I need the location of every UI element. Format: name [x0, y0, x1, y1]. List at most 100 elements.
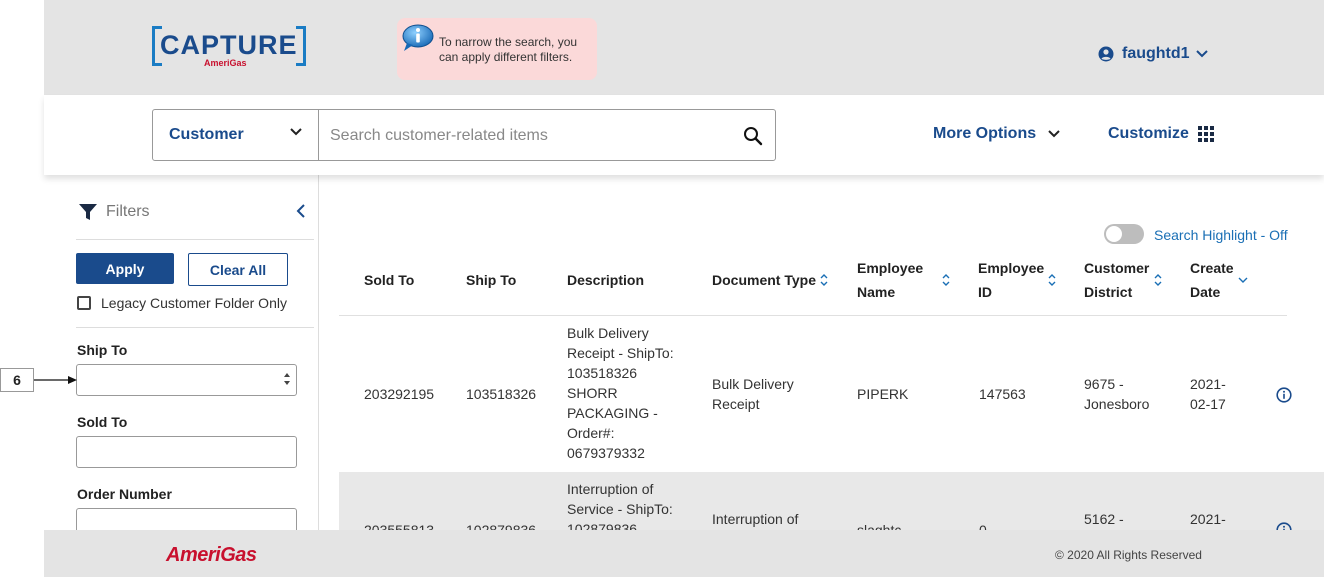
step-callout: 6	[0, 368, 34, 392]
sold-to-field[interactable]	[76, 436, 297, 468]
user-icon	[1098, 46, 1114, 62]
clear-all-button[interactable]: Clear All	[188, 253, 288, 286]
tip-text: To narrow the search, you can apply diff…	[439, 35, 578, 64]
description-line: PACKAGING -	[567, 405, 658, 421]
capture-logo[interactable]: CAPTURE AmeriGas	[152, 24, 312, 70]
sort-desc-icon[interactable]	[1238, 276, 1248, 284]
description-line: 0679379332	[567, 445, 645, 461]
column-header-line1: Employee	[978, 260, 1045, 276]
column-header-employee-id[interactable]: Employee ID	[978, 256, 1044, 304]
description-line: 103518326	[567, 365, 638, 381]
cell-employee-name: PIPERK	[857, 386, 909, 402]
description-line: SHORR	[567, 385, 618, 401]
description-line: Bulk Delivery	[567, 325, 649, 341]
column-header-ship-to[interactable]: Ship To	[466, 268, 516, 292]
filters-sidebar: Filters Apply Clear All Legacy Customer …	[44, 175, 319, 540]
search-highlight-toggle[interactable]	[1104, 224, 1144, 244]
cell-document-type: Interruption of	[712, 509, 798, 529]
number-spinner-icon[interactable]	[283, 372, 291, 386]
checkbox-box[interactable]	[77, 296, 91, 310]
cell-employee-id: 147563	[979, 386, 1026, 402]
logo-text: CAPTURE	[160, 30, 298, 60]
more-options-button[interactable]: More Options	[933, 125, 1060, 143]
callout-arrow-icon	[34, 376, 77, 384]
column-header-sold-to[interactable]: Sold To	[364, 268, 414, 292]
district-line: 9675 -	[1084, 376, 1124, 392]
search-box	[318, 109, 776, 161]
order-number-label: Order Number	[77, 486, 172, 502]
search-scope-select[interactable]: Customer	[152, 109, 319, 161]
column-header-line2: ID	[978, 284, 992, 300]
description-line: Order#:	[567, 425, 615, 441]
column-header-line2: District	[1084, 284, 1133, 300]
doc-type-line: Receipt	[712, 396, 760, 412]
column-header-description[interactable]: Description	[567, 268, 644, 292]
description-line: Service - ShipTo:	[567, 501, 673, 517]
info-icon[interactable]	[1276, 387, 1292, 403]
apply-button[interactable]: Apply	[76, 253, 174, 284]
table-row[interactable]: 203292195 103518326 Bulk Delivery Receip…	[339, 316, 1324, 472]
cell-customer-district: 9675 - Jonesboro	[1084, 374, 1149, 414]
customize-button[interactable]: Customize	[1108, 125, 1214, 143]
ship-to-field[interactable]	[76, 364, 297, 396]
description-line: Interruption of	[567, 481, 654, 497]
logo-subtext: AmeriGas	[204, 58, 247, 68]
app-root: CAPTURE AmeriGas To narrow the search, y…	[0, 0, 1324, 577]
column-header-employee-name[interactable]: Employee Name	[857, 256, 923, 304]
sort-icon[interactable]	[942, 274, 950, 286]
column-header-line2: Name	[857, 284, 896, 300]
more-options-label: More Options	[933, 125, 1037, 142]
column-header-line2: Date	[1190, 284, 1221, 300]
footer-logo: AmeriGas	[166, 544, 257, 566]
chevron-left-icon[interactable]	[296, 203, 306, 219]
column-header-create-date[interactable]: Create Date	[1190, 256, 1234, 304]
logo-bracket-right	[296, 26, 306, 66]
username: faughtd1	[1122, 45, 1190, 62]
sort-icon[interactable]	[1154, 274, 1162, 286]
sort-icon[interactable]	[820, 274, 828, 286]
filter-tip: To narrow the search, you can apply diff…	[397, 18, 597, 80]
cell-create-date: 2021-	[1190, 509, 1226, 529]
cell-ship-to: 103518326	[466, 386, 537, 402]
chevron-down-icon	[1195, 50, 1208, 58]
doc-type-line: Interruption of	[712, 511, 799, 527]
copyright-text: © 2020 All Rights Reserved	[1055, 548, 1202, 562]
filters-header: Filters	[78, 202, 150, 222]
customize-label: Customize	[1108, 125, 1189, 142]
sort-icon[interactable]	[1048, 274, 1056, 286]
search-icon[interactable]	[743, 126, 763, 146]
legacy-folder-checkbox[interactable]: Legacy Customer Folder Only	[77, 295, 287, 311]
user-menu[interactable]: faughtd1	[1098, 44, 1216, 64]
search-highlight-label: Search Highlight - Off	[1154, 227, 1288, 243]
date-line: 02-17	[1190, 396, 1226, 412]
footer: AmeriGas © 2020 All Rights Reserved	[44, 530, 1324, 577]
sold-to-label: Sold To	[77, 414, 128, 430]
chevron-down-icon	[1048, 130, 1060, 138]
cell-description: Bulk Delivery Receipt - ShipTo: 10351832…	[567, 323, 674, 463]
column-header-line1: Employee	[857, 260, 924, 276]
filter-icon	[79, 204, 97, 220]
cell-create-date: 2021- 02-17	[1190, 374, 1226, 414]
cell-document-type: Bulk Delivery Receipt	[712, 374, 794, 414]
date-line: 2021-	[1190, 376, 1226, 392]
cell-customer-district: 5162 -	[1084, 509, 1124, 529]
grid-icon	[1197, 126, 1214, 142]
filters-title: Filters	[106, 203, 150, 220]
info-bubble-icon	[402, 24, 434, 51]
district-line: 5162 -	[1084, 511, 1124, 527]
district-line: Jonesboro	[1084, 396, 1150, 412]
divider	[76, 327, 314, 328]
column-header-document-type[interactable]: Document Type	[712, 268, 816, 292]
chevron-down-icon	[290, 128, 302, 136]
description-line: Receipt - ShipTo:	[567, 345, 674, 361]
search-bar-area: Customer More Options Customize	[44, 95, 1324, 175]
top-header: CAPTURE AmeriGas To narrow the search, y…	[44, 0, 1324, 95]
ship-to-label: Ship To	[77, 342, 128, 358]
search-input[interactable]	[330, 125, 730, 147]
cell-sold-to: 203292195	[364, 386, 435, 402]
column-header-customer-district[interactable]: Customer District	[1084, 256, 1149, 304]
table-row[interactable]: 203555813 102879836 Interruption of Serv…	[339, 472, 1324, 538]
toggle-knob	[1106, 226, 1122, 242]
column-header-line1: Create	[1190, 260, 1234, 276]
search-scope-label: Customer	[169, 126, 244, 143]
